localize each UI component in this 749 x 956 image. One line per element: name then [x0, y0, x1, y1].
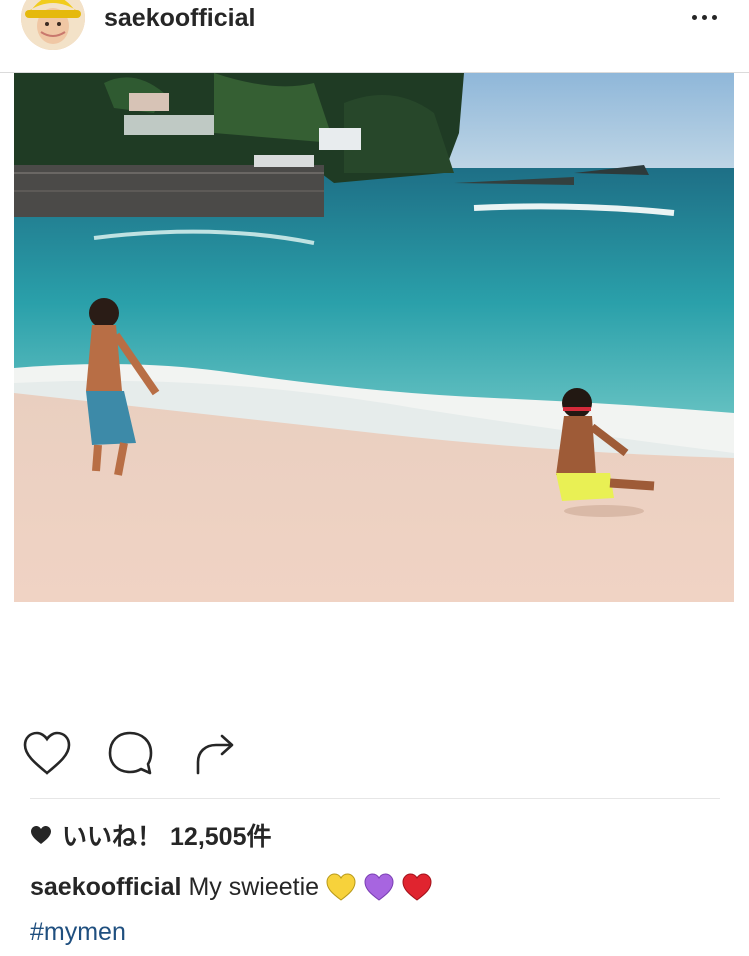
caption: saekoofficial My swieetie [30, 872, 433, 902]
post-header: saekoofficial [0, 0, 749, 73]
more-options-icon[interactable] [688, 12, 722, 24]
yellow-heart-icon [326, 873, 356, 901]
red-heart-icon [402, 873, 432, 901]
avatar[interactable] [21, 0, 85, 50]
post-username[interactable]: saekoofficial [104, 4, 255, 33]
share-arrow-icon[interactable] [192, 728, 244, 780]
filled-heart-icon [31, 826, 51, 844]
avatar-image [21, 0, 85, 50]
likes-label: いいね！ [62, 823, 163, 851]
action-bar [0, 728, 749, 782]
caption-username[interactable]: saekoofficial [30, 873, 181, 902]
post-photo[interactable] [14, 73, 734, 602]
comment-bubble-icon[interactable] [106, 728, 158, 780]
beach-photo [14, 73, 734, 602]
likes-count: 12,505件 [170, 823, 272, 851]
hashtag-link[interactable]: #mymen [30, 918, 126, 947]
likes-row[interactable]: いいね！ 12,505件 [30, 819, 271, 851]
divider [30, 798, 720, 799]
caption-text: My swieetie [188, 872, 320, 901]
heart-outline-icon[interactable] [21, 728, 73, 780]
purple-heart-icon [364, 873, 394, 901]
